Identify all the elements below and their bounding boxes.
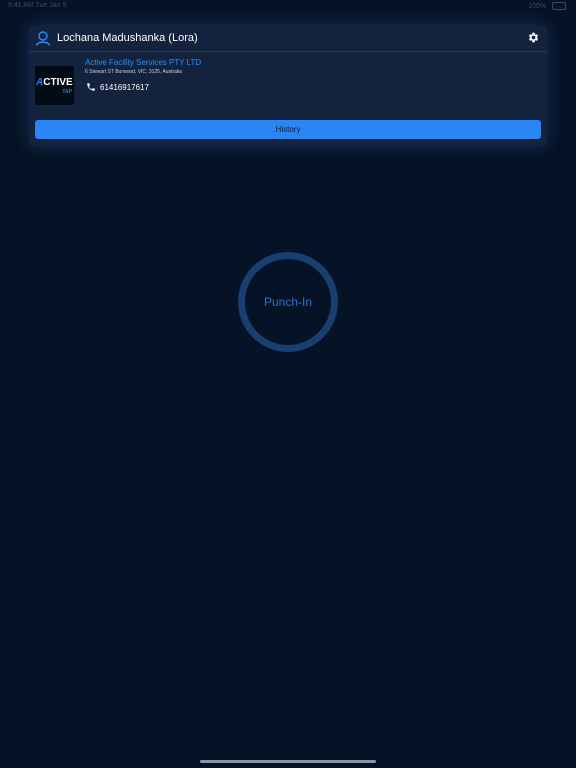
- battery-percent: 100%: [528, 2, 547, 10]
- card-header: Lochana Madushanka (Lora): [29, 25, 547, 52]
- history-button[interactable]: History: [35, 120, 541, 139]
- company-logo: ACTIVE TAP: [35, 66, 74, 105]
- status-time: 9:41 AM Tue Jan 9: [8, 2, 67, 9]
- punch-in-button[interactable]: Punch-In: [238, 252, 338, 352]
- company-address: 6 Stewart ST Burwood, VIC, 3125, Austral…: [85, 69, 182, 75]
- user-icon: [35, 31, 51, 46]
- company-name: Active Facility Services PTY LTD: [85, 58, 202, 67]
- home-indicator[interactable]: [200, 760, 376, 763]
- phone-icon: [87, 83, 95, 91]
- user-name: Lochana Madushanka (Lora): [57, 32, 198, 44]
- logo-text: ACTIVE: [36, 77, 73, 88]
- gear-icon[interactable]: [527, 31, 540, 44]
- logo-subtext: TAP: [62, 89, 72, 95]
- employee-card: Lochana Madushanka (Lora) ACTIVE TAP Act…: [29, 25, 547, 146]
- app-screen: 9:41 AM Tue Jan 9 100% Lochana Madushank…: [0, 0, 576, 768]
- company-phone[interactable]: 61416917617: [100, 83, 149, 92]
- punch-in-label: Punch-In: [263, 295, 313, 309]
- status-bar: 9:41 AM Tue Jan 9 100%: [0, 0, 576, 14]
- battery-icon: [552, 2, 566, 10]
- status-right: 100%: [528, 2, 566, 10]
